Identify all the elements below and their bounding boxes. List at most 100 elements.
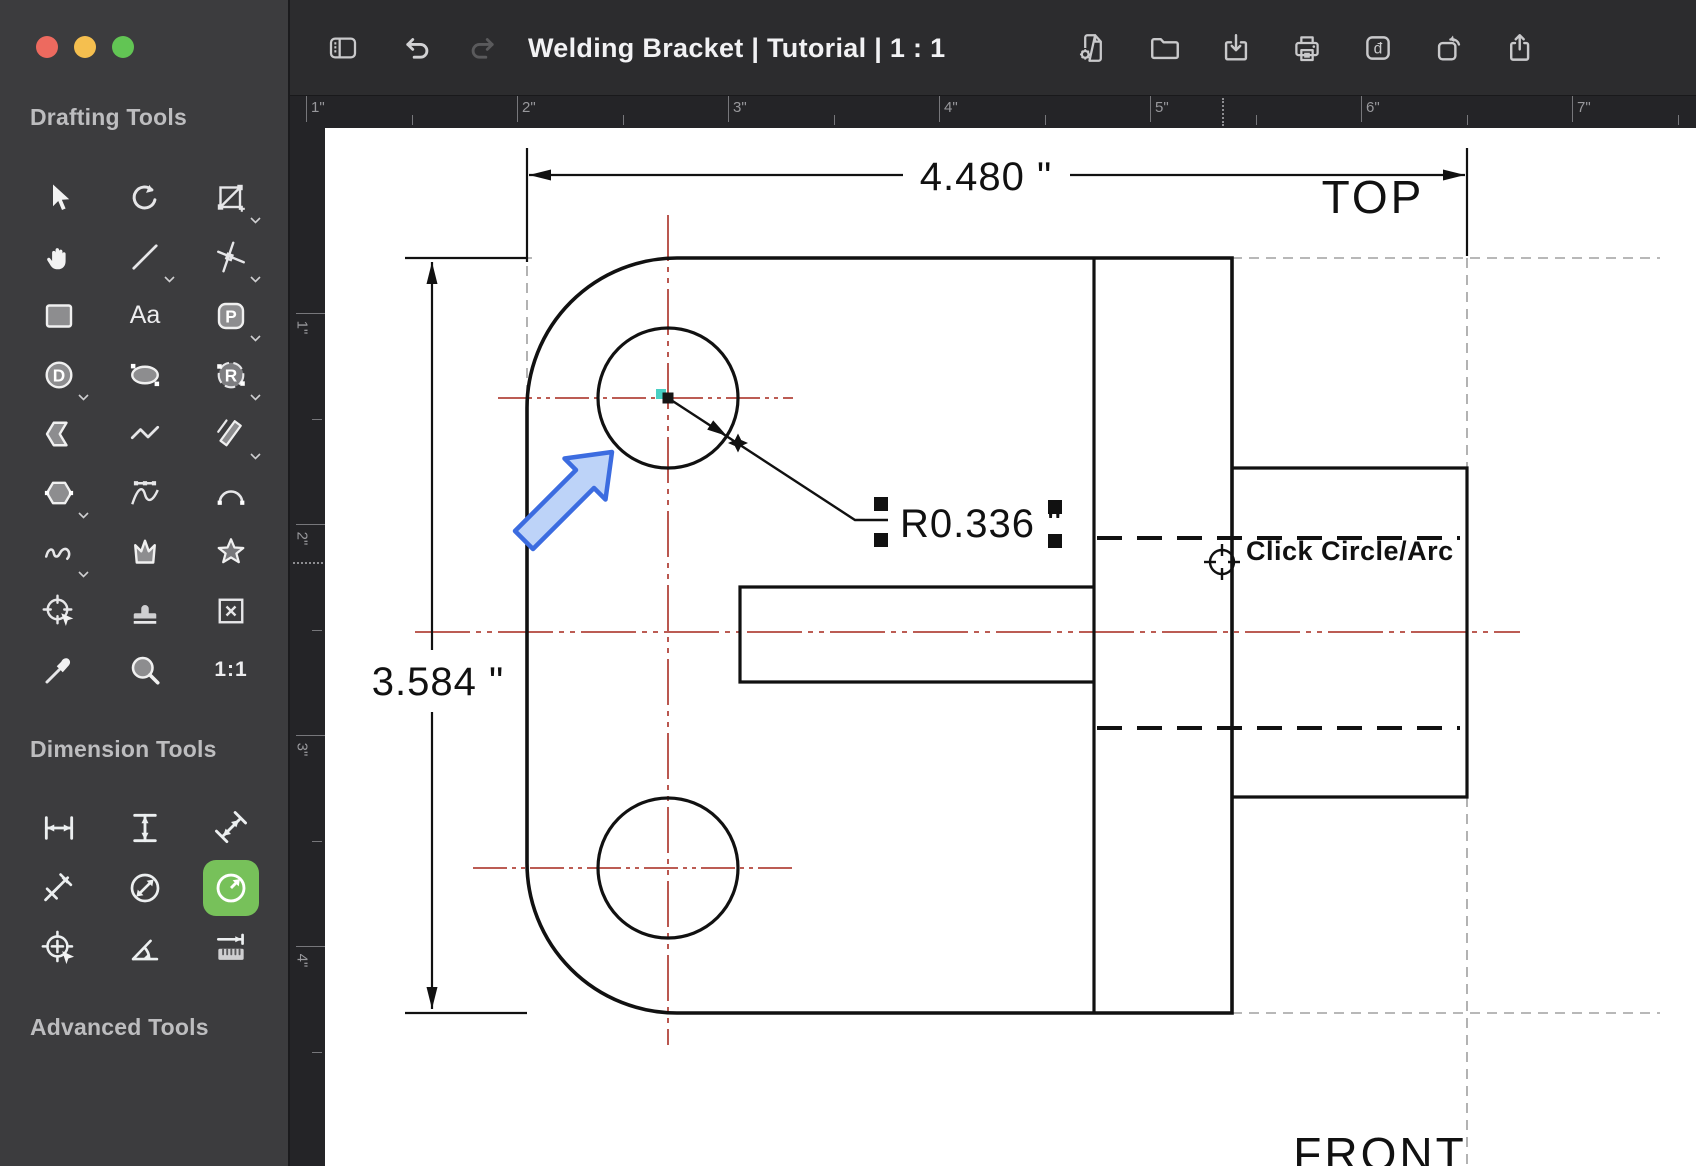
polyline-icon [130, 425, 160, 439]
app-window: { "window": { "title": "Welding Bracket … [0, 0, 1696, 1166]
zoom-tool[interactable] [102, 640, 188, 699]
text-tool[interactable]: Aa [102, 286, 188, 345]
top-view-label: TOP [1322, 171, 1425, 223]
ruler-tick [939, 96, 940, 122]
chevron-down-icon [164, 276, 175, 283]
print-button[interactable] [1289, 30, 1325, 66]
eyedropper-tool[interactable] [16, 640, 102, 699]
radius-dimension-text: R0.336 " [900, 502, 1062, 546]
artboard-button[interactable]: đ [1360, 30, 1396, 66]
arrow-shape-tool[interactable] [16, 404, 102, 463]
open-folder-button[interactable] [1147, 30, 1183, 66]
aligned-dimension-tool[interactable] [16, 858, 102, 918]
blob-shape-icon [134, 539, 156, 564]
page-setup-button[interactable] [1075, 30, 1111, 66]
ruler-label: 7" [1577, 99, 1591, 116]
close-window-button[interactable] [36, 36, 58, 58]
share-icon [1510, 34, 1530, 61]
chevron-down-icon [250, 394, 261, 401]
closed-shape-tool[interactable] [102, 522, 188, 581]
snap-point-tool[interactable] [16, 581, 102, 640]
radius-dimension-icon [216, 873, 246, 903]
angular-dimension-tool[interactable] [102, 918, 188, 978]
diagonal-dimension-tool[interactable] [188, 798, 274, 858]
rectangle-icon [45, 303, 73, 328]
chevron-down-icon [250, 276, 261, 283]
circle-diameter-tool[interactable]: D [16, 345, 102, 404]
arc-tool[interactable] [188, 463, 274, 522]
center-point-handle[interactable] [662, 392, 674, 404]
regular-polygon-tool[interactable] [16, 463, 102, 522]
freehand-tool[interactable] [16, 522, 102, 581]
folder-icon [1151, 38, 1179, 60]
ruler-tick [306, 96, 307, 122]
ruler-label: 1" [311, 99, 325, 116]
stamp-icon [133, 604, 157, 624]
redo-button[interactable] [465, 30, 501, 66]
printer-icon [1295, 36, 1319, 62]
ruler-minor-tick [312, 1051, 322, 1053]
ruler-minor-tick [833, 115, 835, 125]
hatch-tool[interactable] [188, 404, 274, 463]
transform-tool[interactable] [188, 168, 274, 227]
ruler-label: 6" [1366, 99, 1380, 116]
download-icon [1224, 34, 1248, 61]
advanced-tools-heading: Advanced Tools [30, 1014, 209, 1040]
ruler-minor-tick [312, 840, 322, 842]
horizontal-ruler: 1" 2" 3" 4" 5" 6" 7" [290, 96, 1696, 128]
vertical-dimension-tool[interactable] [102, 798, 188, 858]
diameter-dimension-tool[interactable] [102, 858, 188, 918]
bezier-tool[interactable] [102, 463, 188, 522]
undo-button[interactable] [399, 30, 435, 66]
chevron-down-icon [78, 394, 89, 401]
pan-tool[interactable] [16, 227, 102, 286]
sidebar-toggle-button[interactable] [325, 30, 361, 66]
measure-tool[interactable] [188, 918, 274, 978]
polygon-tool[interactable]: P [188, 286, 274, 345]
ruler-label: 2" [522, 99, 536, 116]
zoom-window-button[interactable] [112, 36, 134, 58]
one-to-one-glyph: 1:1 [214, 657, 248, 681]
radius-dimension-tool[interactable] [188, 858, 274, 918]
horizontal-dimension-tool[interactable] [16, 798, 102, 858]
polyline-tool[interactable] [102, 404, 188, 463]
technical-drawing: 4.480 " 3.584 " R0.336 " TOP FRONT Click… [372, 148, 1660, 1166]
ellipse-tool[interactable] [102, 345, 188, 404]
line-tool[interactable] [102, 227, 188, 286]
circle-r-icon: R [217, 361, 245, 388]
undo-icon [406, 38, 429, 59]
actual-size-tool[interactable]: 1:1 [188, 640, 274, 699]
angular-dimension-icon [131, 939, 159, 961]
stamp-tool[interactable] [102, 581, 188, 640]
rectangle-tool[interactable] [16, 286, 102, 345]
circle-radius-tool[interactable]: R [188, 345, 274, 404]
ruler-label: 3" [293, 742, 311, 757]
height-dimension[interactable]: 3.584 " [372, 256, 527, 1015]
minimize-window-button[interactable] [74, 36, 96, 58]
ruler-cursor-marker [293, 562, 323, 564]
rotate-tool[interactable] [102, 168, 188, 227]
height-dimension-text: 3.584 " [372, 660, 504, 704]
ordinate-dimension-tool[interactable] [16, 918, 102, 978]
delete-tool[interactable] [188, 581, 274, 640]
centerlines [415, 215, 1520, 1045]
ruler-label: 4" [944, 99, 958, 116]
circle-r-glyph: R [225, 365, 238, 385]
vertical-dimension-icon [133, 813, 157, 843]
select-tool[interactable] [16, 168, 102, 227]
dim-arrow-left [529, 169, 551, 181]
hand-icon [47, 247, 66, 269]
ruler-label: 3" [733, 99, 747, 116]
radius-dimension[interactable]: R0.336 " [656, 389, 1062, 548]
dimension-tools-heading: Dimension Tools [30, 736, 217, 762]
freehand-icon [44, 547, 71, 560]
drawing-canvas[interactable]: 4.480 " 3.584 " R0.336 " TOP FRONT Click… [325, 128, 1696, 1166]
star-tool[interactable] [188, 522, 274, 581]
import-button[interactable] [1218, 30, 1254, 66]
ruler-minor-tick [1044, 115, 1046, 125]
vertical-ruler: 1" 2" 3" 4" [290, 128, 325, 1166]
construction-line-tool[interactable] [188, 227, 274, 286]
eyedropper-icon [45, 657, 71, 683]
share-button[interactable] [1502, 30, 1538, 66]
rotate-canvas-button[interactable] [1431, 30, 1467, 66]
